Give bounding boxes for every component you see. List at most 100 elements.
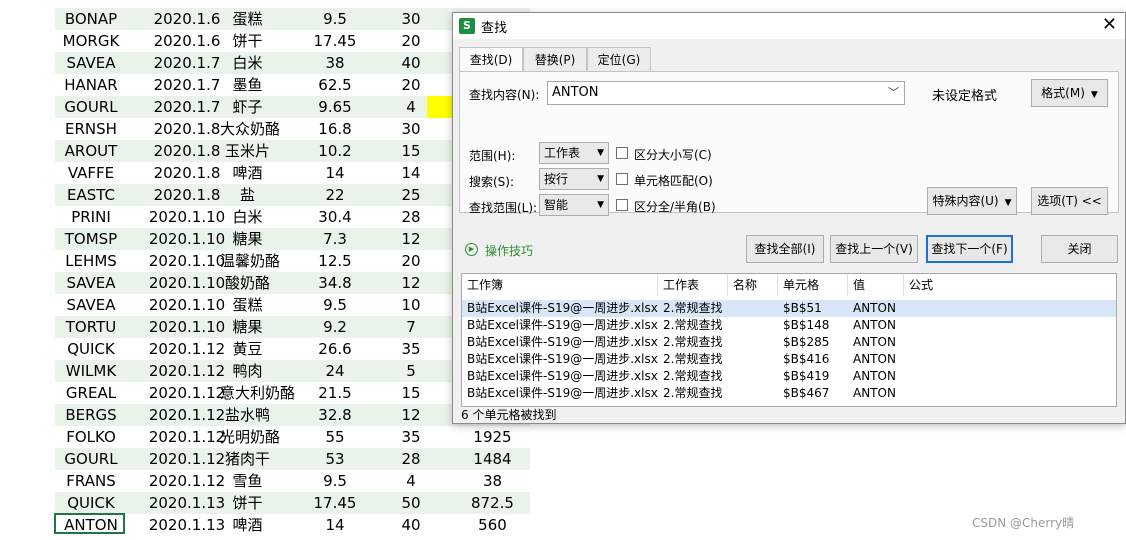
sheet-cell[interactable]: 1925 (455, 426, 530, 448)
sheet-cell[interactable]: 12.5 (295, 250, 375, 272)
find-all-button[interactable]: 查找全部(I) (746, 235, 824, 263)
result-row[interactable]: B站Excel课件-S19@一周进步.xlsx 2.常规查找 $B$416 ANTON (462, 351, 1116, 368)
sheet-cell[interactable]: 大众奶酪 (220, 118, 280, 140)
sheet-cell[interactable]: 玉米片 (220, 140, 275, 162)
sheet-cell[interactable]: 28 (375, 206, 447, 228)
sheet-cell[interactable]: 12 (375, 404, 447, 426)
sheet-cell[interactable]: 21.5 (295, 382, 375, 404)
format-button[interactable]: 格式(M) ▼ (1031, 79, 1108, 107)
sheet-cell[interactable]: 9.5 (295, 470, 375, 492)
match-cell-checkbox[interactable] (616, 173, 628, 185)
sheet-cell[interactable]: 白米 (220, 206, 275, 228)
scope-select[interactable]: 工作表 ▼ (539, 142, 609, 164)
sheet-cell[interactable]: 20 (375, 74, 447, 96)
sheet-cell[interactable]: 7 (375, 316, 447, 338)
sheet-cell[interactable]: 10.2 (295, 140, 375, 162)
sheet-cell[interactable]: 30 (375, 118, 447, 140)
sheet-cell[interactable]: 蛋糕 (220, 8, 275, 30)
sheet-cell[interactable]: 1484 (455, 448, 530, 470)
sheet-cell[interactable]: SAVEA (55, 294, 127, 316)
col-header-name[interactable]: 名称 (728, 274, 778, 296)
sheet-cell[interactable]: 盐 (220, 184, 275, 206)
col-header-workbook[interactable]: 工作簿 (462, 274, 658, 296)
sheet-cell[interactable]: QUICK (55, 338, 127, 360)
sheet-cell[interactable]: TOMSP (55, 228, 127, 250)
sheet-cell[interactable]: QUICK (55, 492, 127, 514)
sheet-cell[interactable]: 啤酒 (220, 514, 275, 536)
sheet-cell[interactable]: 光明奶酪 (220, 426, 280, 448)
sheet-cell[interactable]: 17.45 (295, 492, 375, 514)
sheet-cell[interactable]: 7.3 (295, 228, 375, 250)
sheet-cell[interactable]: SAVEA (55, 272, 127, 294)
sheet-cell[interactable]: 50 (375, 492, 447, 514)
sheet-cell[interactable]: 38 (455, 470, 530, 492)
sheet-cell[interactable]: GREAL (55, 382, 127, 404)
sheet-cell[interactable]: 4 (375, 470, 447, 492)
sheet-cell[interactable]: 35 (375, 426, 447, 448)
sheet-cell[interactable]: 12 (375, 272, 447, 294)
sheet-cell[interactable]: FOLKO (55, 426, 127, 448)
sheet-cell[interactable]: 55 (295, 426, 375, 448)
sheet-cell[interactable]: 猪肉干 (220, 448, 275, 470)
sheet-cell[interactable]: 15 (375, 382, 447, 404)
sheet-cell[interactable]: 22 (295, 184, 375, 206)
sheet-cell[interactable]: GOURL (55, 96, 127, 118)
sheet-cell[interactable]: WILMK (55, 360, 127, 382)
tab-find[interactable]: 查找(D) (459, 47, 523, 72)
sheet-cell[interactable]: 26.6 (295, 338, 375, 360)
col-header-sheet[interactable]: 工作表 (658, 274, 728, 296)
sheet-cell[interactable]: MORGK (55, 30, 127, 52)
sheet-cell[interactable]: LEHMS (55, 250, 127, 272)
sheet-cell[interactable]: 墨鱼 (220, 74, 275, 96)
sheet-cell[interactable]: 意大利奶酪 (220, 382, 295, 404)
find-content-input[interactable]: ANTON ﹀ (547, 81, 905, 105)
close-button[interactable]: 关闭 (1041, 235, 1118, 263)
sheet-cell[interactable]: 25 (375, 184, 447, 206)
sheet-cell[interactable]: 40 (375, 514, 447, 536)
close-icon[interactable]: ✕ (1102, 14, 1117, 36)
special-content-button[interactable]: 特殊内容(U) ▼ (927, 187, 1017, 215)
chevron-down-icon[interactable]: ﹀ (888, 82, 899, 104)
sheet-cell[interactable]: 62.5 (295, 74, 375, 96)
look-in-select[interactable]: 智能 ▼ (539, 194, 609, 216)
sheet-cell[interactable]: 9.5 (295, 8, 375, 30)
match-width-checkbox[interactable] (616, 199, 628, 211)
sheet-cell[interactable]: 14 (375, 162, 447, 184)
sheet-cell[interactable]: HANAR (55, 74, 127, 96)
sheet-cell[interactable]: ERNSH (55, 118, 127, 140)
sheet-cell[interactable]: 30.4 (295, 206, 375, 228)
sheet-cell[interactable]: 16.8 (295, 118, 375, 140)
sheet-cell[interactable]: 饼干 (220, 492, 275, 514)
sheet-cell[interactable]: 雪鱼 (220, 470, 275, 492)
sheet-cell[interactable]: AROUT (55, 140, 127, 162)
play-icon[interactable]: ▶ (465, 243, 478, 256)
sheet-cell[interactable]: 53 (295, 448, 375, 470)
sheet-cell[interactable]: PRINI (55, 206, 127, 228)
sheet-cell[interactable]: 28 (375, 448, 447, 470)
sheet-cell[interactable]: 560 (455, 514, 530, 536)
sheet-cell[interactable]: 872.5 (455, 492, 530, 514)
sheet-cell[interactable]: 40 (375, 52, 447, 74)
sheet-cell[interactable]: BERGS (55, 404, 127, 426)
result-row[interactable]: B站Excel课件-S19@一周进步.xlsx 2.常规查找 $B$419 ANTON (462, 368, 1116, 385)
sheet-cell[interactable]: 饼干 (220, 30, 275, 52)
sheet-cell[interactable]: 5 (375, 360, 447, 382)
sheet-cell[interactable]: 12 (375, 228, 447, 250)
sheet-cell[interactable]: 9.65 (295, 96, 375, 118)
sheet-cell[interactable]: 9.2 (295, 316, 375, 338)
sheet-cell[interactable]: 蛋糕 (220, 294, 275, 316)
sheet-cell[interactable]: BONAP (55, 8, 127, 30)
sheet-cell[interactable]: 糖果 (220, 228, 275, 250)
result-row[interactable]: B站Excel课件-S19@一周进步.xlsx 2.常规查找 $B$148 ANTON (462, 317, 1116, 334)
search-order-select[interactable]: 按行 ▼ (539, 168, 609, 190)
tips-link[interactable]: 操作技巧 (485, 242, 533, 259)
sheet-cell[interactable]: 啤酒 (220, 162, 275, 184)
col-header-value[interactable]: 值 (848, 274, 904, 296)
sheet-cell[interactable]: 20 (375, 30, 447, 52)
sheet-cell[interactable]: 10 (375, 294, 447, 316)
results-list[interactable]: 工作簿 工作表 名称 单元格 值 公式 B站Excel课件-S19@一周进步.x… (461, 273, 1117, 407)
sheet-cell[interactable]: GOURL (55, 448, 127, 470)
sheet-cell[interactable]: 鸭肉 (220, 360, 275, 382)
sheet-cell[interactable]: 32.8 (295, 404, 375, 426)
sheet-cell[interactable]: 17.45 (295, 30, 375, 52)
